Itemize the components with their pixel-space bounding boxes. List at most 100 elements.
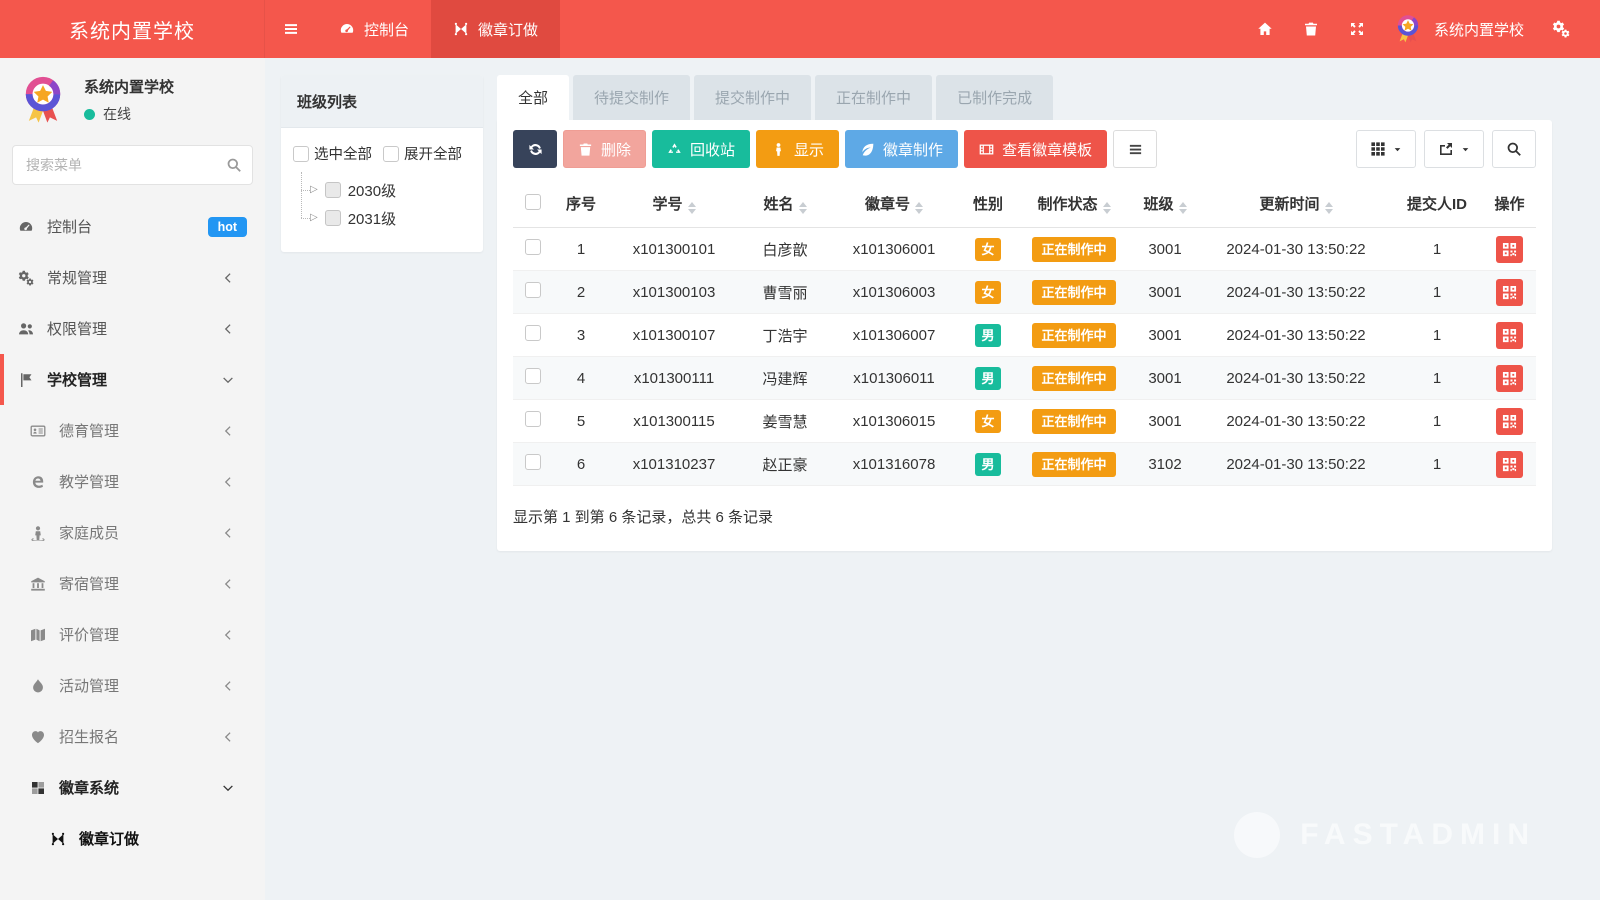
sidebar-menu-item[interactable]: 常规管理: [0, 252, 265, 303]
row-checkbox[interactable]: [525, 368, 541, 384]
sidebar-toggle-button[interactable]: [265, 0, 317, 58]
expand-all-checkbox[interactable]: [383, 146, 399, 162]
export-dropdown-button[interactable]: [1424, 130, 1484, 168]
navbar-right: 系统内置学校: [1242, 0, 1600, 58]
menu-item-label: 学校管理: [47, 369, 107, 390]
expand-icon: [1349, 21, 1365, 37]
menu-search-input[interactable]: [12, 145, 253, 185]
qr-action-button[interactable]: [1496, 279, 1523, 306]
sidebar-menu: 控制台 hot 常规管理 权限管理 学校管理 德育管理 教学管理 家庭成员: [0, 201, 265, 864]
status-filter-tab[interactable]: 待提交制作: [573, 75, 690, 120]
tree-toggle-icon[interactable]: ▷: [310, 213, 318, 223]
navbar-user-name[interactable]: 系统内置学校: [1434, 19, 1524, 40]
menu-item-icon: [18, 321, 34, 337]
row-checkbox[interactable]: [525, 325, 541, 341]
delete-button[interactable]: 删除: [563, 130, 646, 168]
qr-action-button[interactable]: [1496, 365, 1523, 392]
search-toggle-button[interactable]: [1492, 130, 1536, 168]
select-all-checkbox[interactable]: [525, 194, 541, 210]
fullscreen-button[interactable]: [1334, 0, 1380, 58]
columns-dropdown-button[interactable]: [1356, 130, 1416, 168]
sidebar-menu-item[interactable]: 评价管理: [0, 609, 265, 660]
table-row: 3 x101300107 丁浩宇 x101306007 男 正在制作中 3001…: [513, 314, 1536, 357]
status-badge: 正在制作中: [1032, 280, 1115, 305]
chevron-icon: [222, 578, 247, 590]
column-header[interactable]: 学号: [609, 180, 739, 228]
cell-badge-no: x101306011: [831, 357, 957, 400]
menu-item-label: 教学管理: [59, 471, 119, 492]
qr-action-button[interactable]: [1496, 236, 1523, 263]
cell-submitter-id: 1: [1391, 228, 1483, 271]
show-button[interactable]: 显示: [756, 130, 839, 168]
grid-icon: [1370, 141, 1386, 157]
sidebar-menu-item[interactable]: 徽章订做: [0, 813, 265, 864]
brand-title: 系统内置学校: [0, 0, 265, 58]
chevron-icon: [222, 272, 247, 284]
watermark-text: FASTADMIN: [1300, 818, 1536, 852]
navbar-window-tab[interactable]: 控制台: [317, 0, 431, 58]
clear-cache-button[interactable]: [1288, 0, 1334, 58]
profile-avatar-medal-icon: [16, 73, 70, 127]
settings-button[interactable]: [1538, 0, 1584, 58]
cell-class: 3001: [1129, 314, 1201, 357]
qr-action-button[interactable]: [1496, 408, 1523, 435]
leaf-icon: [860, 142, 875, 157]
cell-student-no: x101300107: [609, 314, 739, 357]
row-checkbox[interactable]: [525, 454, 541, 470]
check-all-checkbox[interactable]: [293, 146, 309, 162]
chevron-icon: [222, 476, 247, 488]
tab-label: 控制台: [364, 19, 409, 40]
column-header[interactable]: 徽章号: [831, 180, 957, 228]
menu-search: [12, 145, 253, 185]
sidebar-menu-item[interactable]: 活动管理: [0, 660, 265, 711]
recycle-bin-button[interactable]: 回收站: [652, 130, 750, 168]
cell-name: 曹雪丽: [739, 271, 831, 314]
status-filter-tab[interactable]: 提交制作中: [694, 75, 811, 120]
tree-node-checkbox[interactable]: [325, 210, 341, 226]
tree-toggle-icon[interactable]: ▷: [310, 185, 318, 195]
sidebar-menu-item[interactable]: 招生报名: [0, 711, 265, 762]
sidebar-menu-item[interactable]: 寄宿管理: [0, 558, 265, 609]
recycle-icon: [667, 142, 682, 157]
sidebar-menu-item[interactable]: 教学管理: [0, 456, 265, 507]
hot-badge: hot: [208, 217, 247, 237]
sidebar-menu-item[interactable]: 学校管理: [0, 354, 265, 405]
expand-all-label[interactable]: 展开全部: [404, 143, 462, 164]
delete-label: 删除: [601, 139, 631, 160]
table-header-row: 序号学号姓名徽章号性别制作状态班级更新时间提交人ID操作: [513, 180, 1536, 228]
row-checkbox[interactable]: [525, 282, 541, 298]
sidebar-menu-item[interactable]: 权限管理: [0, 303, 265, 354]
home-button[interactable]: [1242, 0, 1288, 58]
column-header[interactable]: 姓名: [739, 180, 831, 228]
status-filter-tab[interactable]: 全部: [497, 75, 569, 120]
qr-action-button[interactable]: [1496, 451, 1523, 478]
badge-make-button[interactable]: 徽章制作: [845, 130, 958, 168]
row-checkbox[interactable]: [525, 239, 541, 255]
status-filter-tab[interactable]: 正在制作中: [815, 75, 932, 120]
cell-badge-no: x101306003: [831, 271, 957, 314]
sidebar-menu-item[interactable]: 徽章系统: [0, 762, 265, 813]
tree-node-label: 2030级: [348, 180, 396, 201]
sidebar-profile: 系统内置学校 在线: [0, 58, 265, 137]
navbar-window-tab[interactable]: 徽章订做: [431, 0, 560, 58]
column-menu-button[interactable]: [1113, 130, 1157, 168]
row-checkbox[interactable]: [525, 411, 541, 427]
cell-badge-no: x101306007: [831, 314, 957, 357]
user-avatar-medal-icon[interactable]: [1392, 13, 1424, 45]
column-header[interactable]: 班级: [1129, 180, 1201, 228]
sidebar-menu-item[interactable]: 家庭成员: [0, 507, 265, 558]
status-filter-tab[interactable]: 已制作完成: [936, 75, 1053, 120]
tab-label: 徽章订做: [478, 19, 538, 40]
view-badge-template-button[interactable]: 查看徽章模板: [964, 130, 1107, 168]
column-header[interactable]: 更新时间: [1201, 180, 1391, 228]
class-tree-node[interactable]: ▷ 2031级: [298, 204, 471, 232]
qr-action-button[interactable]: [1496, 322, 1523, 349]
tree-node-checkbox[interactable]: [325, 182, 341, 198]
sidebar-menu-item[interactable]: 控制台 hot: [0, 201, 265, 252]
tab-label: 全部: [518, 87, 548, 108]
class-tree-node[interactable]: ▷ 2030级: [298, 176, 471, 204]
column-header[interactable]: 制作状态: [1019, 180, 1129, 228]
refresh-button[interactable]: [513, 130, 557, 168]
sidebar-menu-item[interactable]: 德育管理: [0, 405, 265, 456]
check-all-label[interactable]: 选中全部: [314, 143, 372, 164]
